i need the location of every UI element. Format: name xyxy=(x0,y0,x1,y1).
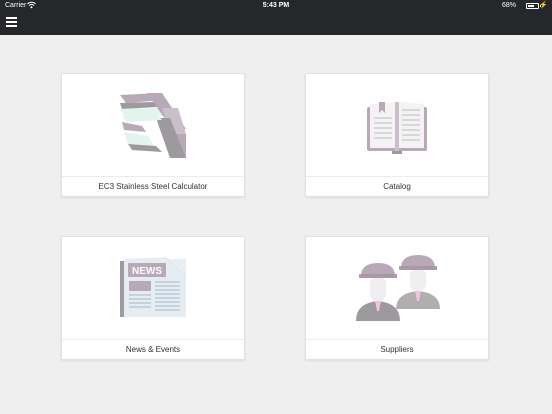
tile-label: Catalog xyxy=(306,176,488,196)
tile-label: EC3 Stainless Steel Calculator xyxy=(62,176,244,196)
tile-ec3-calculator[interactable]: EC3 Stainless Steel Calculator xyxy=(61,73,245,197)
status-bar: Carrier 5:43 PM 68% ⚡ xyxy=(0,0,552,13)
tile-label: Suppliers xyxy=(306,339,488,359)
top-bar: Carrier 5:43 PM 68% ⚡ xyxy=(0,0,552,35)
open-book-icon xyxy=(306,74,488,176)
workers-hardhat-icon xyxy=(306,237,488,339)
steel-beams-icon xyxy=(62,74,244,176)
charging-bolt-icon: ⚡ xyxy=(539,2,548,9)
newspaper-icon: NEWS xyxy=(62,237,244,339)
tile-suppliers[interactable]: Suppliers xyxy=(305,236,489,360)
battery-percentage: 68% xyxy=(501,2,516,9)
battery-icon xyxy=(526,3,541,9)
tile-news-events[interactable]: NEWS News & Events xyxy=(61,236,245,360)
tile-catalog[interactable]: Catalog xyxy=(305,73,489,197)
hamburger-menu-icon[interactable] xyxy=(6,17,17,27)
battery-fill xyxy=(528,5,535,7)
clock: 5:43 PM xyxy=(262,2,290,9)
news-headline: NEWS xyxy=(132,266,162,277)
tile-label: News & Events xyxy=(62,339,244,359)
